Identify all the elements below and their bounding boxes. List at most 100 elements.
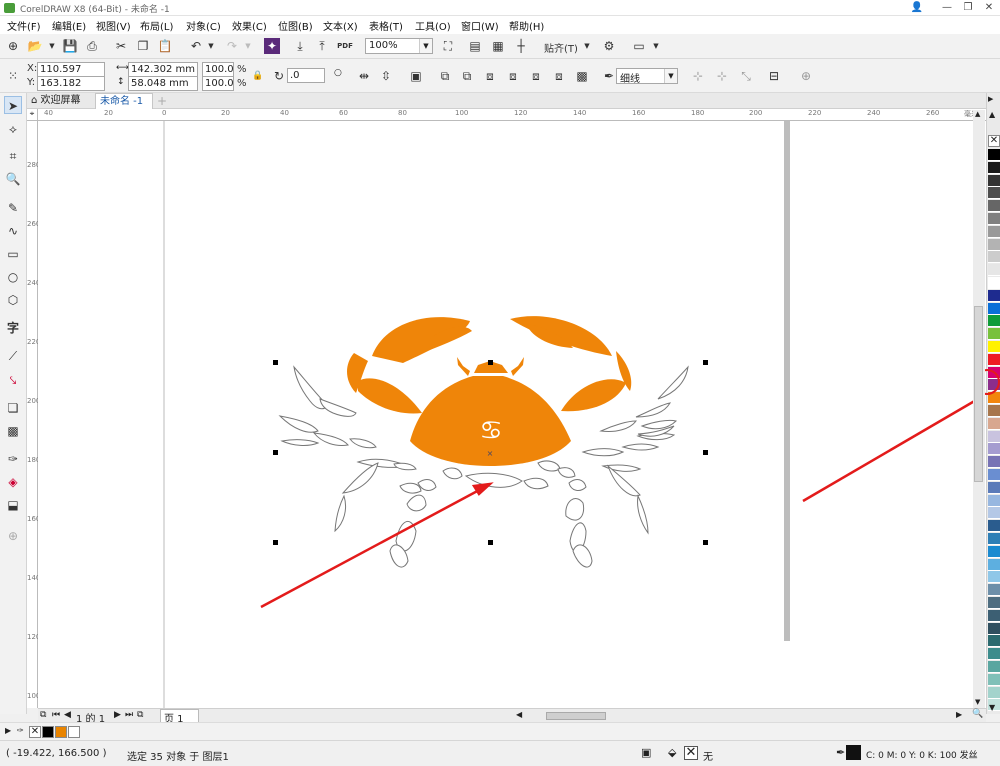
full-screen-icon[interactable]: ⛶ xyxy=(440,38,456,54)
menu-window[interactable]: 窗口(W) xyxy=(459,17,501,34)
artistic-media-icon[interactable]: ∿ xyxy=(4,222,22,240)
palette-scroll-up-icon[interactable]: ▶ xyxy=(988,95,993,103)
add-toolbar-icon[interactable]: ⊕ xyxy=(798,68,814,84)
palette-swatch[interactable] xyxy=(988,661,1000,673)
simplify-icon[interactable]: ⧈ xyxy=(551,68,567,84)
palette-swatch[interactable] xyxy=(988,558,1000,571)
align-distribute-icon[interactable]: ⊟ xyxy=(766,68,782,84)
paste-icon[interactable]: 📋 xyxy=(157,38,173,54)
interactive-fill-icon[interactable]: ◈ xyxy=(4,473,22,491)
new-tab-icon[interactable]: + xyxy=(157,94,167,108)
palette-swatch[interactable] xyxy=(988,686,1000,699)
polygon-tool-icon[interactable]: ⬡ xyxy=(4,291,22,309)
open-dropdown-icon[interactable]: ▼ xyxy=(44,38,60,54)
doc-swatch-white[interactable] xyxy=(68,726,80,738)
vscroll-down-icon[interactable]: ▼ xyxy=(975,698,980,706)
menu-text[interactable]: 文本(X) xyxy=(321,17,360,34)
hscroll-right-icon[interactable]: ▶ xyxy=(956,710,962,719)
undo-dropdown-icon[interactable]: ▼ xyxy=(203,38,219,54)
palette-swatch[interactable] xyxy=(988,405,1000,417)
palette-swatch[interactable] xyxy=(988,302,1000,315)
palette-swatch[interactable] xyxy=(988,609,1000,622)
x-position-field[interactable]: 110.597 mm xyxy=(37,62,105,88)
connector-tool-icon[interactable]: ⤥ xyxy=(4,371,22,389)
break-apart-icon[interactable]: ⧉ xyxy=(459,68,475,84)
palette-swatch[interactable] xyxy=(988,520,1000,533)
palette-swatch[interactable] xyxy=(988,149,1000,161)
palette-swatch[interactable] xyxy=(988,328,1000,341)
snap-dropdown-icon[interactable]: ▼ xyxy=(579,38,595,54)
menu-layout[interactable]: 布局(L) xyxy=(138,17,175,34)
palette-swatch[interactable] xyxy=(988,533,1000,545)
scale-x-field[interactable]: 100.0 xyxy=(202,62,234,77)
new-document-icon[interactable]: ⊕ xyxy=(5,38,21,54)
combine-icon[interactable]: ⧉ xyxy=(437,68,453,84)
zoom-level-select[interactable]: 100% ▼ xyxy=(365,38,433,54)
hscroll-left-icon[interactable]: ◀ xyxy=(516,710,522,719)
launcher-dropdown-icon[interactable]: ▼ xyxy=(648,38,664,54)
outline-width-select[interactable]: 细线 ▼ xyxy=(616,68,678,85)
eyedropper-icon[interactable]: ✑ xyxy=(17,726,24,735)
show-grid-icon[interactable]: ▦ xyxy=(490,38,506,54)
eyedropper-icon[interactable]: ✑ xyxy=(4,450,22,468)
object-origin-icon[interactable]: ⁙ xyxy=(5,68,21,84)
weld-icon[interactable]: ⧈ xyxy=(482,68,498,84)
palette-swatch[interactable] xyxy=(988,469,1000,481)
smart-fill-icon[interactable]: ⬓ xyxy=(4,496,22,514)
palette-swatch[interactable] xyxy=(988,353,1000,366)
palette-swatch[interactable] xyxy=(988,213,1000,225)
mirror-vertical-icon[interactable]: ⇳ xyxy=(378,68,394,84)
palette-swatch[interactable] xyxy=(988,648,1000,661)
palette-swatch[interactable] xyxy=(988,597,1000,609)
menu-effects[interactable]: 效果(C) xyxy=(230,17,269,34)
palette-swatch[interactable] xyxy=(988,417,1000,430)
horizontal-ruler[interactable]: 40 20 0 20 40 60 80 100 120 140 160 180 … xyxy=(38,109,986,121)
palette-swatch[interactable] xyxy=(988,315,1000,328)
tab-document[interactable]: 未命名 -1 xyxy=(95,93,153,109)
color-proof-icon[interactable]: ▣ xyxy=(641,746,651,759)
palette-swatch[interactable] xyxy=(988,174,1000,187)
last-page-icon[interactable]: ⏭ xyxy=(125,710,133,720)
snap-to-button[interactable]: 贴齐(T) xyxy=(544,40,578,55)
crop-tool-icon[interactable]: ⌗ xyxy=(4,147,22,165)
next-page-icon[interactable]: ▶ xyxy=(114,710,121,720)
zoom-tool-icon[interactable]: 🔍 xyxy=(4,170,22,188)
palette-swatch[interactable] xyxy=(988,635,1000,648)
palette-swatch[interactable] xyxy=(988,277,1000,289)
copy-icon[interactable]: ❐ xyxy=(135,38,151,54)
prev-page-icon[interactable]: ◀ xyxy=(64,710,71,720)
palette-scroll-down-icon[interactable]: ▼ xyxy=(989,703,995,712)
export-pdf-icon[interactable]: PDF xyxy=(337,38,353,54)
doc-palette-menu-icon[interactable]: ▶ xyxy=(5,726,11,735)
palette-swatch[interactable] xyxy=(988,264,1000,277)
palette-swatch[interactable] xyxy=(988,289,1000,302)
menu-view[interactable]: 视图(V) xyxy=(94,17,133,34)
parallel-dimension-icon[interactable]: ⟋ xyxy=(4,347,22,365)
outline-color-swatch[interactable] xyxy=(846,745,861,760)
print-icon[interactable]: ⎙ xyxy=(84,38,100,54)
tab-welcome[interactable]: ⌂ 欢迎屏幕 xyxy=(27,93,93,109)
menu-object[interactable]: 对象(C) xyxy=(184,17,223,34)
no-color-swatch[interactable]: ✕ xyxy=(29,726,41,738)
cut-icon[interactable]: ✂ xyxy=(113,38,129,54)
application-launcher-icon[interactable]: ▭ xyxy=(631,38,647,54)
options-gear-icon[interactable]: ⚙ xyxy=(601,38,617,54)
y-position-field[interactable]: 163.182 mm xyxy=(37,76,105,102)
lock-ratio-icon[interactable]: 🔒 xyxy=(250,68,266,84)
doc-swatch-orange[interactable] xyxy=(55,726,67,738)
vscroll-up-icon[interactable]: ▲ xyxy=(975,110,980,118)
front-minus-back-icon[interactable]: ▩ xyxy=(574,68,590,84)
import-icon[interactable]: ⤓ xyxy=(292,38,308,54)
first-page-icon[interactable]: ⧉ xyxy=(40,710,46,720)
palette-swatch[interactable] xyxy=(988,187,1000,200)
transparency-tool-icon[interactable]: ▩ xyxy=(4,422,22,440)
palette-swatch[interactable] xyxy=(988,443,1000,456)
horizontal-scrollbar-thumb[interactable] xyxy=(546,712,606,720)
menu-bitmaps[interactable]: 位图(B) xyxy=(276,17,315,34)
palette-swatch[interactable] xyxy=(988,341,1000,353)
drop-shadow-icon[interactable]: ❏ xyxy=(4,399,22,417)
export-icon[interactable]: ⤒ xyxy=(314,38,330,54)
fill-none-swatch[interactable]: ✕ xyxy=(684,746,698,760)
palette-swatch[interactable] xyxy=(988,622,1000,635)
close-button[interactable]: ✕ xyxy=(974,0,1000,16)
